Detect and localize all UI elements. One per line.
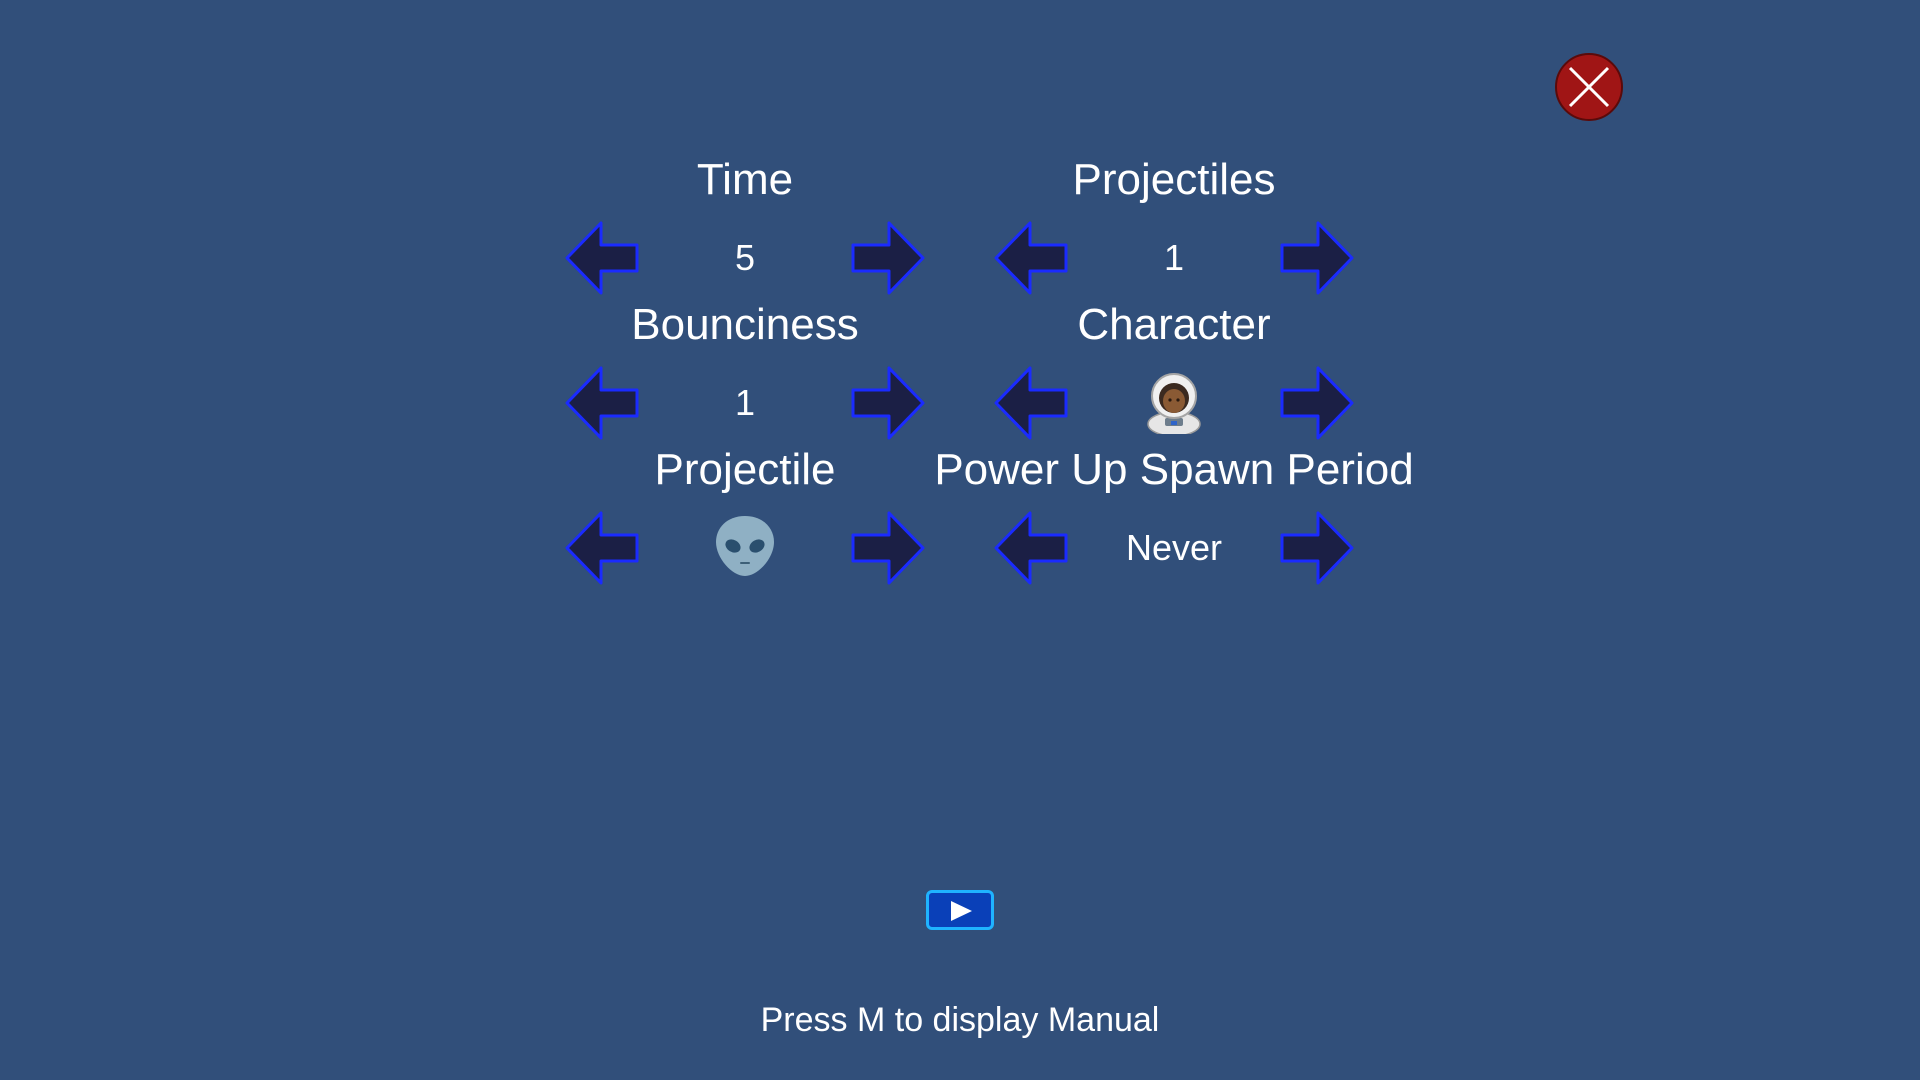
character-label: Character bbox=[1077, 300, 1271, 349]
alien-icon bbox=[716, 516, 774, 576]
play-icon bbox=[951, 901, 972, 921]
character-previous-button[interactable] bbox=[994, 366, 1068, 440]
left-arrow-icon bbox=[994, 511, 1068, 585]
power-up-spawn-period-label: Power Up Spawn Period bbox=[934, 445, 1414, 494]
character-next-button[interactable] bbox=[1280, 366, 1354, 440]
right-arrow-icon bbox=[851, 511, 925, 585]
manual-hint-text: Press M to display Manual bbox=[760, 1001, 1160, 1039]
astronaut-icon bbox=[1147, 373, 1201, 434]
close-icon bbox=[1555, 53, 1623, 121]
time-decrease-button[interactable] bbox=[565, 221, 639, 295]
power-up-spawn-period-decrease-button[interactable] bbox=[994, 511, 1068, 585]
projectiles-setting: Projectiles 1 bbox=[934, 155, 1414, 295]
left-arrow-icon bbox=[994, 366, 1068, 440]
character-setting: Character bbox=[934, 300, 1414, 440]
projectile-value bbox=[712, 513, 778, 579]
right-arrow-icon bbox=[851, 221, 925, 295]
time-value: 5 bbox=[734, 237, 756, 278]
bounciness-increase-button[interactable] bbox=[851, 366, 925, 440]
bounciness-setting: Bounciness 1 bbox=[505, 300, 985, 440]
projectile-setting: Projectile bbox=[505, 445, 985, 585]
left-arrow-icon bbox=[994, 221, 1068, 295]
bounciness-value: 1 bbox=[734, 382, 756, 423]
projectiles-increase-button[interactable] bbox=[1280, 221, 1354, 295]
bounciness-label: Bounciness bbox=[631, 300, 859, 349]
play-button[interactable] bbox=[926, 890, 994, 930]
power-up-spawn-period-value: Never bbox=[1125, 527, 1223, 568]
projectile-next-button[interactable] bbox=[851, 511, 925, 585]
time-setting: Time 5 bbox=[505, 155, 985, 295]
right-arrow-icon bbox=[1280, 511, 1354, 585]
time-increase-button[interactable] bbox=[851, 221, 925, 295]
projectiles-decrease-button[interactable] bbox=[994, 221, 1068, 295]
power-up-spawn-period-setting: Power Up Spawn Period Never bbox=[934, 445, 1414, 585]
character-value bbox=[1141, 368, 1207, 434]
power-up-spawn-period-increase-button[interactable] bbox=[1280, 511, 1354, 585]
projectiles-label: Projectiles bbox=[1072, 155, 1276, 204]
right-arrow-icon bbox=[1280, 366, 1354, 440]
right-arrow-icon bbox=[851, 366, 925, 440]
left-arrow-icon bbox=[565, 221, 639, 295]
close-button[interactable] bbox=[1554, 52, 1624, 122]
bounciness-decrease-button[interactable] bbox=[565, 366, 639, 440]
projectile-label: Projectile bbox=[654, 445, 836, 494]
left-arrow-icon bbox=[565, 366, 639, 440]
right-arrow-icon bbox=[1280, 221, 1354, 295]
left-arrow-icon bbox=[565, 511, 639, 585]
projectiles-value: 1 bbox=[1163, 237, 1185, 278]
projectile-previous-button[interactable] bbox=[565, 511, 639, 585]
time-label: Time bbox=[696, 155, 794, 204]
game-settings-screen: Time 5 Projectiles 1 Bounciness 1 Charac… bbox=[0, 0, 1920, 1080]
